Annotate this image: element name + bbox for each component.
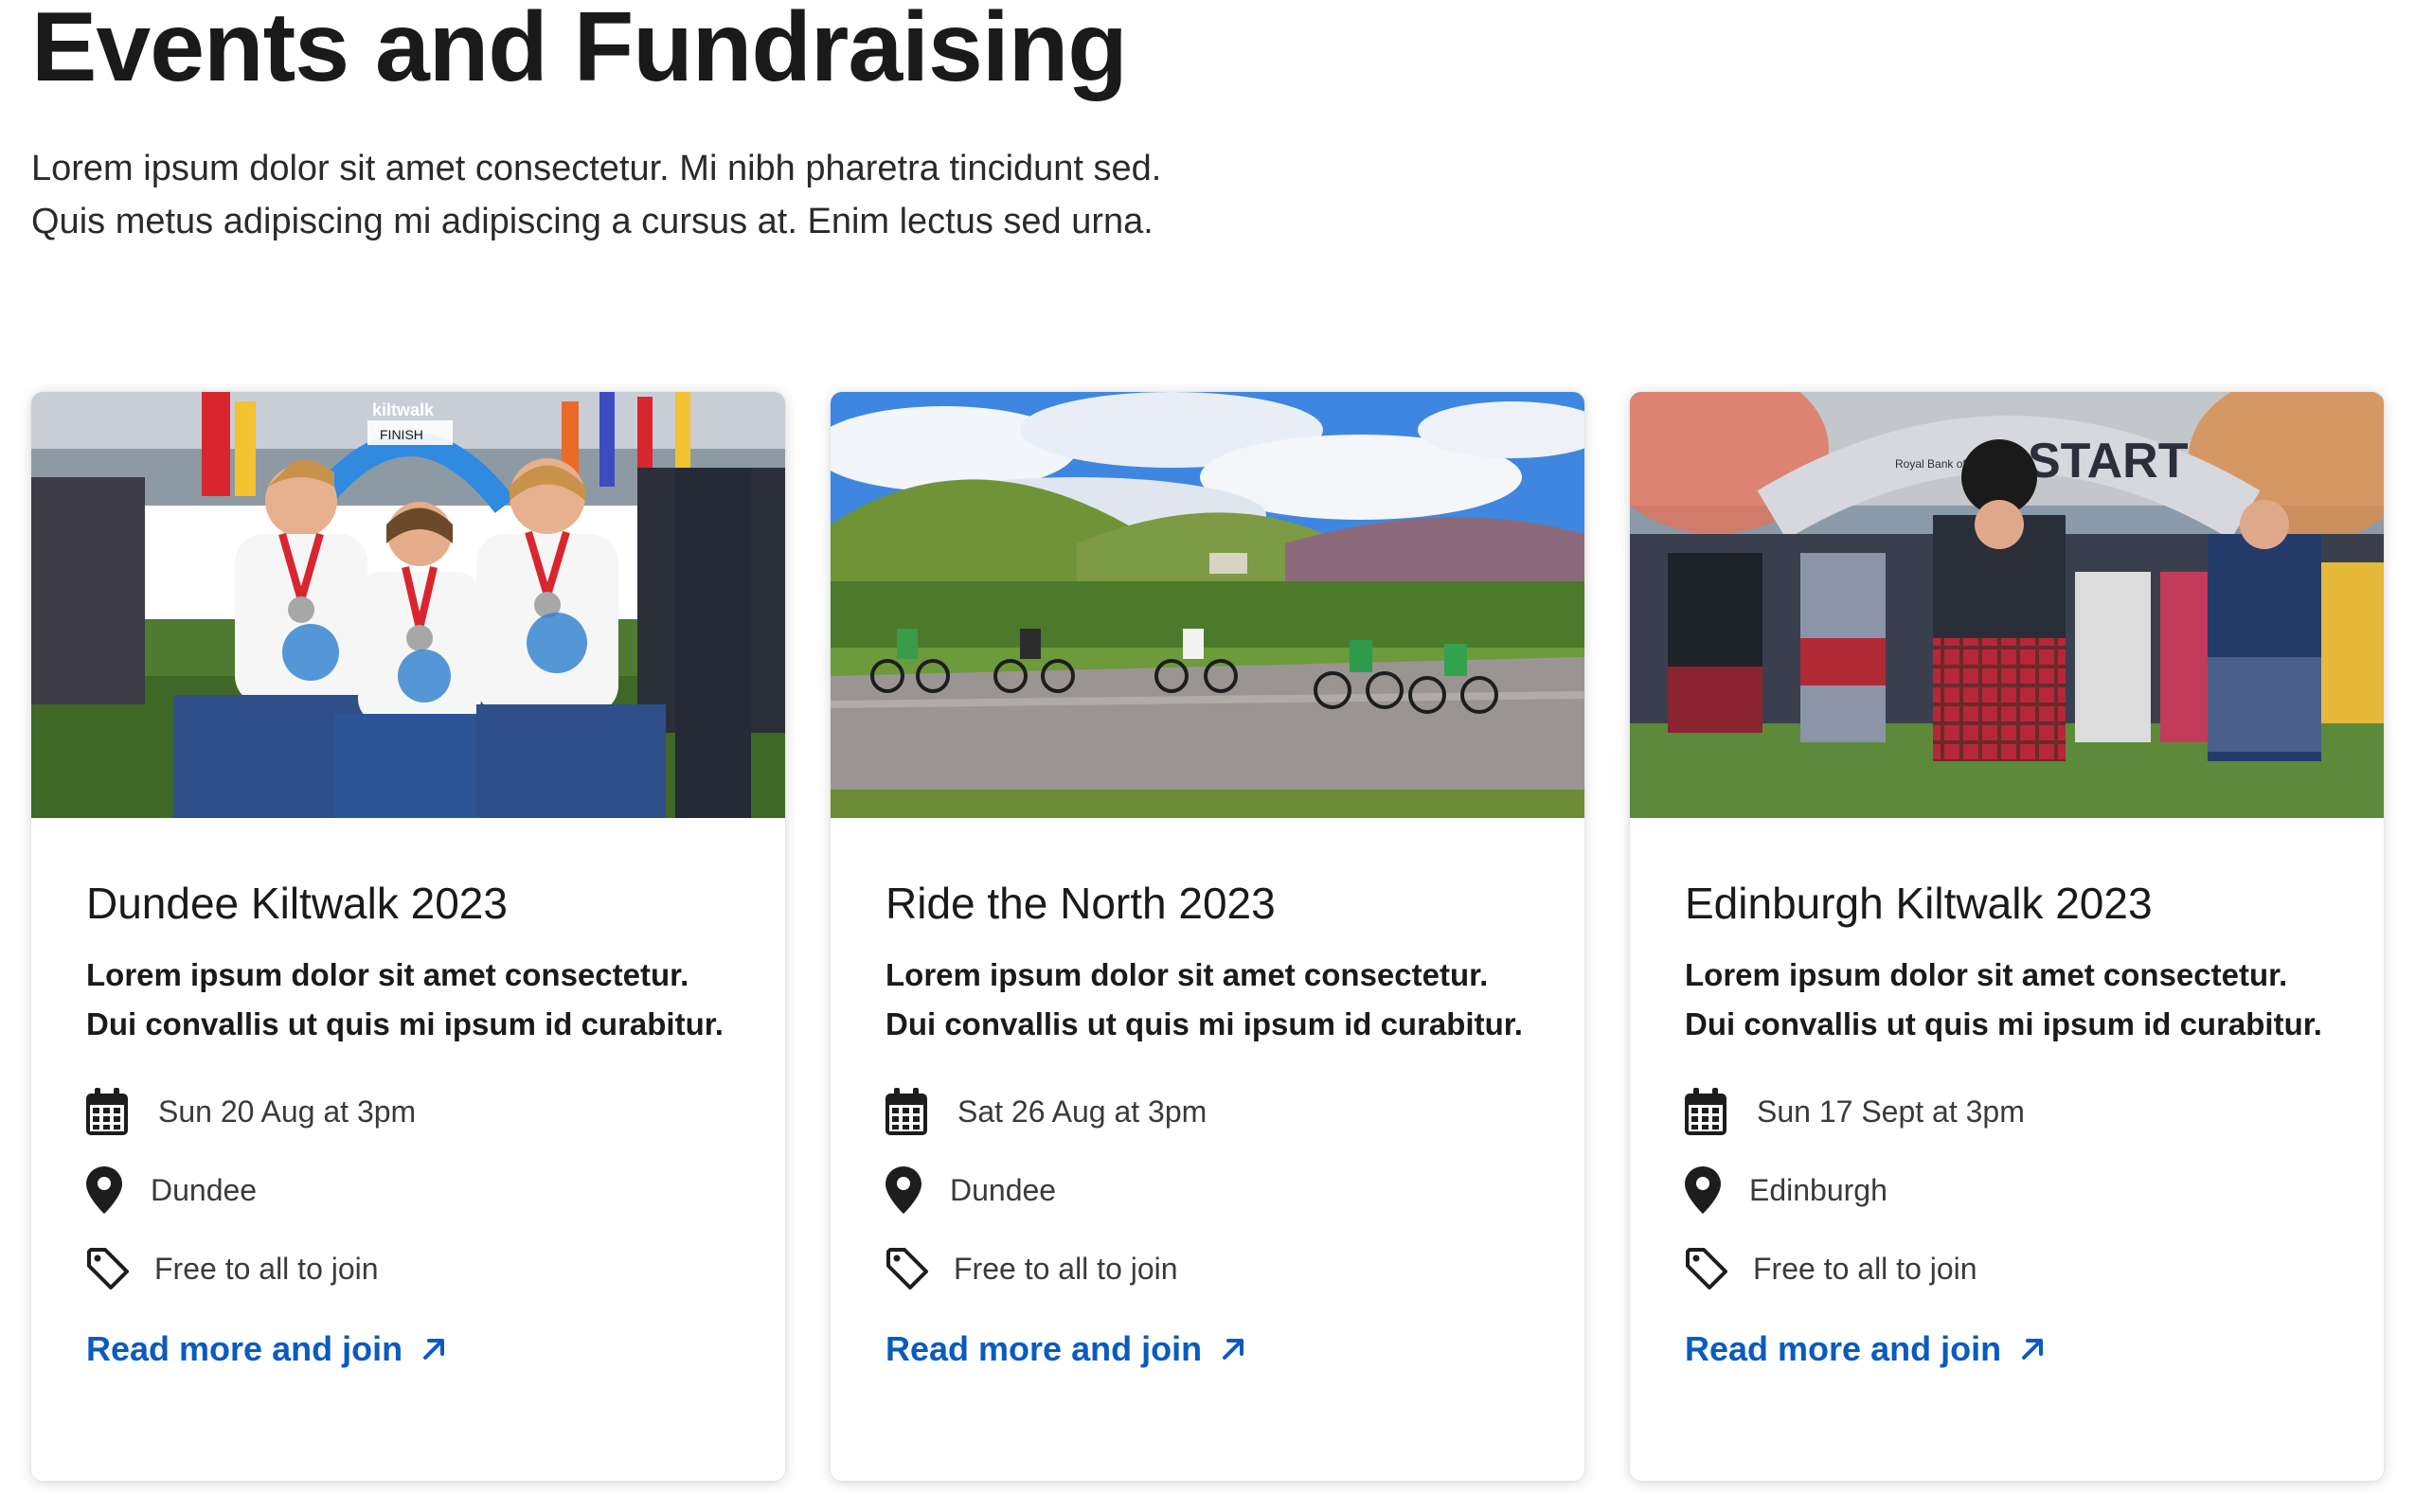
event-price: Free to all to join: [154, 1251, 379, 1286]
event-meta: Sat 26 Aug at 3pm Dundee Free to all to …: [886, 1085, 1547, 1295]
card-description: Lorem ipsum dolor sit amet consectetur. …: [1685, 951, 2346, 1049]
card-title: Edinburgh Kiltwalk 2023: [1685, 879, 2153, 928]
event-card-edinburgh-kiltwalk[interactable]: START Royal Bank of Scotland Edinburgh K…: [1630, 392, 2384, 1481]
external-arrow-icon: [2018, 1335, 2047, 1363]
external-arrow-icon: [1219, 1335, 1247, 1363]
event-price-row: Free to all to join: [86, 1242, 747, 1295]
event-meta: Sun 17 Sept at 3pm Edinburgh Free to all…: [1685, 1085, 2346, 1295]
card-title: Dundee Kiltwalk 2023: [86, 879, 508, 928]
card-description: Lorem ipsum dolor sit amet consectetur. …: [86, 951, 747, 1049]
card-body: Ride the North 2023 Lorem ipsum dolor si…: [886, 818, 1547, 1321]
read-more-label: Read more and join: [1685, 1329, 2002, 1368]
card-description-line: Lorem ipsum dolor sit amet consectetur.: [886, 957, 1489, 992]
event-price: Free to all to join: [954, 1251, 1178, 1286]
external-arrow-icon: [420, 1335, 448, 1363]
card-title: Ride the North 2023: [886, 879, 1276, 928]
event-date: Sun 20 Aug at 3pm: [158, 1094, 417, 1129]
price-tag-icon: [1685, 1242, 1732, 1295]
events-page: Events and Fundraising Lorem ipsum dolor…: [31, 0, 2384, 1481]
event-price: Free to all to join: [1753, 1251, 1977, 1286]
event-location: Dundee: [151, 1172, 258, 1207]
card-description: Lorem ipsum dolor sit amet consectetur. …: [886, 951, 1547, 1049]
calendar-icon: [886, 1085, 933, 1138]
event-meta: Sun 20 Aug at 3pm Dundee Free to all to …: [86, 1085, 747, 1295]
event-date: Sun 17 Sept at 3pm: [1757, 1094, 2025, 1129]
page-intro: Lorem ipsum dolor sit amet consectetur. …: [31, 142, 2384, 248]
card-description-line: Dui convallis ut quis mi ipsum id curabi…: [886, 1006, 1523, 1041]
event-price-row: Free to all to join: [886, 1242, 1547, 1295]
read-more-label: Read more and join: [86, 1329, 403, 1368]
event-cards: FINISH kiltwalk Dundee Kiltwalk 2023 Lor…: [31, 392, 2384, 1481]
intro-line: Quis metus adipiscing mi adipiscing a cu…: [31, 202, 1154, 241]
event-date-row: Sun 17 Sept at 3pm: [1685, 1085, 2346, 1138]
bagpiper-start-line-photo: START Royal Bank of Scotland: [1630, 392, 2384, 818]
event-location: Dundee: [950, 1172, 1057, 1207]
event-location-row: Edinburgh: [1685, 1164, 2346, 1217]
read-more-link[interactable]: Read more and join: [86, 1329, 448, 1369]
image-text: START: [2028, 434, 2189, 489]
location-pin-icon: [86, 1164, 134, 1217]
calendar-icon: [1685, 1085, 1732, 1138]
event-location-row: Dundee: [86, 1164, 747, 1217]
event-date-row: Sat 26 Aug at 3pm: [886, 1085, 1547, 1138]
location-pin-icon: [1685, 1164, 1732, 1217]
event-location: Edinburgh: [1749, 1172, 1887, 1207]
image-text: kiltwalk: [372, 400, 435, 419]
read-more-label: Read more and join: [886, 1329, 1203, 1368]
card-description-line: Dui convallis ut quis mi ipsum id curabi…: [1685, 1006, 2322, 1041]
cyclists-highlands-photo: [831, 392, 1584, 818]
card-body: Edinburgh Kiltwalk 2023 Lorem ipsum dolo…: [1685, 818, 2346, 1321]
event-date: Sat 26 Aug at 3pm: [957, 1094, 1208, 1129]
intro-line: Lorem ipsum dolor sit amet consectetur. …: [31, 149, 1162, 188]
card-body: Dundee Kiltwalk 2023 Lorem ipsum dolor s…: [86, 818, 747, 1321]
card-description-line: Lorem ipsum dolor sit amet consectetur.: [1685, 957, 2288, 992]
event-card-ride-the-north[interactable]: Ride the North 2023 Lorem ipsum dolor si…: [831, 392, 1584, 1481]
card-description-line: Dui convallis ut quis mi ipsum id curabi…: [86, 1006, 724, 1041]
image-text: FINISH: [380, 427, 423, 442]
calendar-icon: [86, 1085, 134, 1138]
event-date-row: Sun 20 Aug at 3pm: [86, 1085, 747, 1138]
card-description-line: Lorem ipsum dolor sit amet consectetur.: [86, 957, 689, 992]
event-location-row: Dundee: [886, 1164, 1547, 1217]
kiltwalk-walkers-photo: FINISH kiltwalk: [31, 392, 785, 818]
event-price-row: Free to all to join: [1685, 1242, 2346, 1295]
read-more-link[interactable]: Read more and join: [886, 1329, 1247, 1369]
location-pin-icon: [886, 1164, 933, 1217]
read-more-link[interactable]: Read more and join: [1685, 1329, 2047, 1369]
page-title: Events and Fundraising: [31, 0, 1128, 102]
price-tag-icon: [86, 1242, 134, 1295]
price-tag-icon: [886, 1242, 933, 1295]
event-card-dundee-kiltwalk[interactable]: FINISH kiltwalk Dundee Kiltwalk 2023 Lor…: [31, 392, 785, 1481]
